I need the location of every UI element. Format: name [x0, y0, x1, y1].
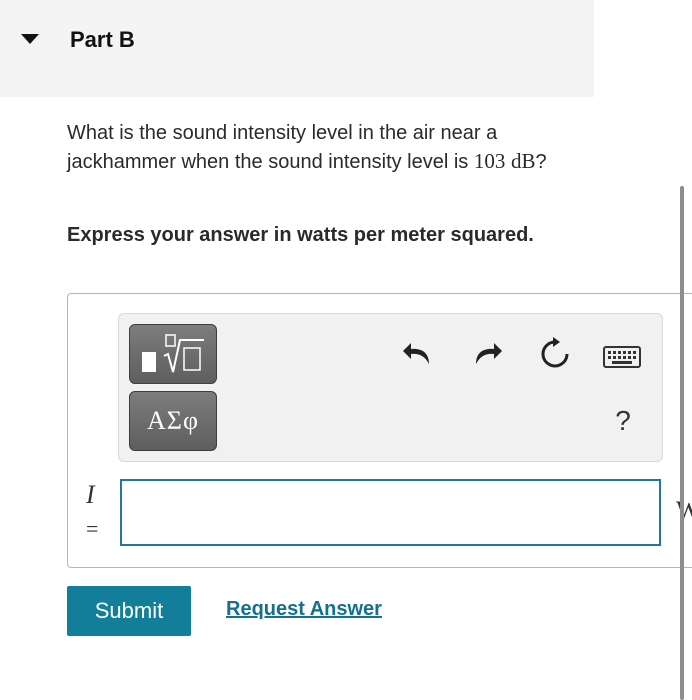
reset-icon[interactable] [537, 336, 573, 372]
answer-input[interactable] [120, 479, 661, 546]
question-value: 103 [473, 149, 506, 173]
question-body: What is the sound intensity level in the… [67, 122, 498, 173]
help-button[interactable]: ? [606, 404, 640, 438]
question-unit: dB [510, 149, 536, 173]
part-header[interactable]: Part B [0, 0, 594, 97]
answer-instruction: Express your answer in watts per meter s… [67, 224, 534, 246]
keyboard-icon[interactable] [603, 344, 641, 370]
undo-icon[interactable] [401, 336, 435, 370]
collapse-caret-icon[interactable] [21, 34, 39, 44]
answer-variable: I [86, 480, 95, 509]
templates-button[interactable] [129, 324, 217, 384]
request-answer-link[interactable]: Request Answer [226, 598, 382, 621]
equals-sign: = [86, 516, 99, 541]
redo-icon[interactable] [470, 336, 504, 370]
submit-button[interactable]: Submit [67, 586, 191, 636]
scrollbar[interactable] [680, 186, 684, 700]
templates-icon [142, 334, 204, 373]
question-text: What is the sound intensity level in the… [67, 119, 587, 176]
part-title: Part B [70, 27, 135, 52]
answer-unit: W [676, 496, 692, 525]
greek-symbols-button[interactable]: ΑΣφ [129, 391, 217, 451]
question-mark: ? [535, 151, 547, 173]
